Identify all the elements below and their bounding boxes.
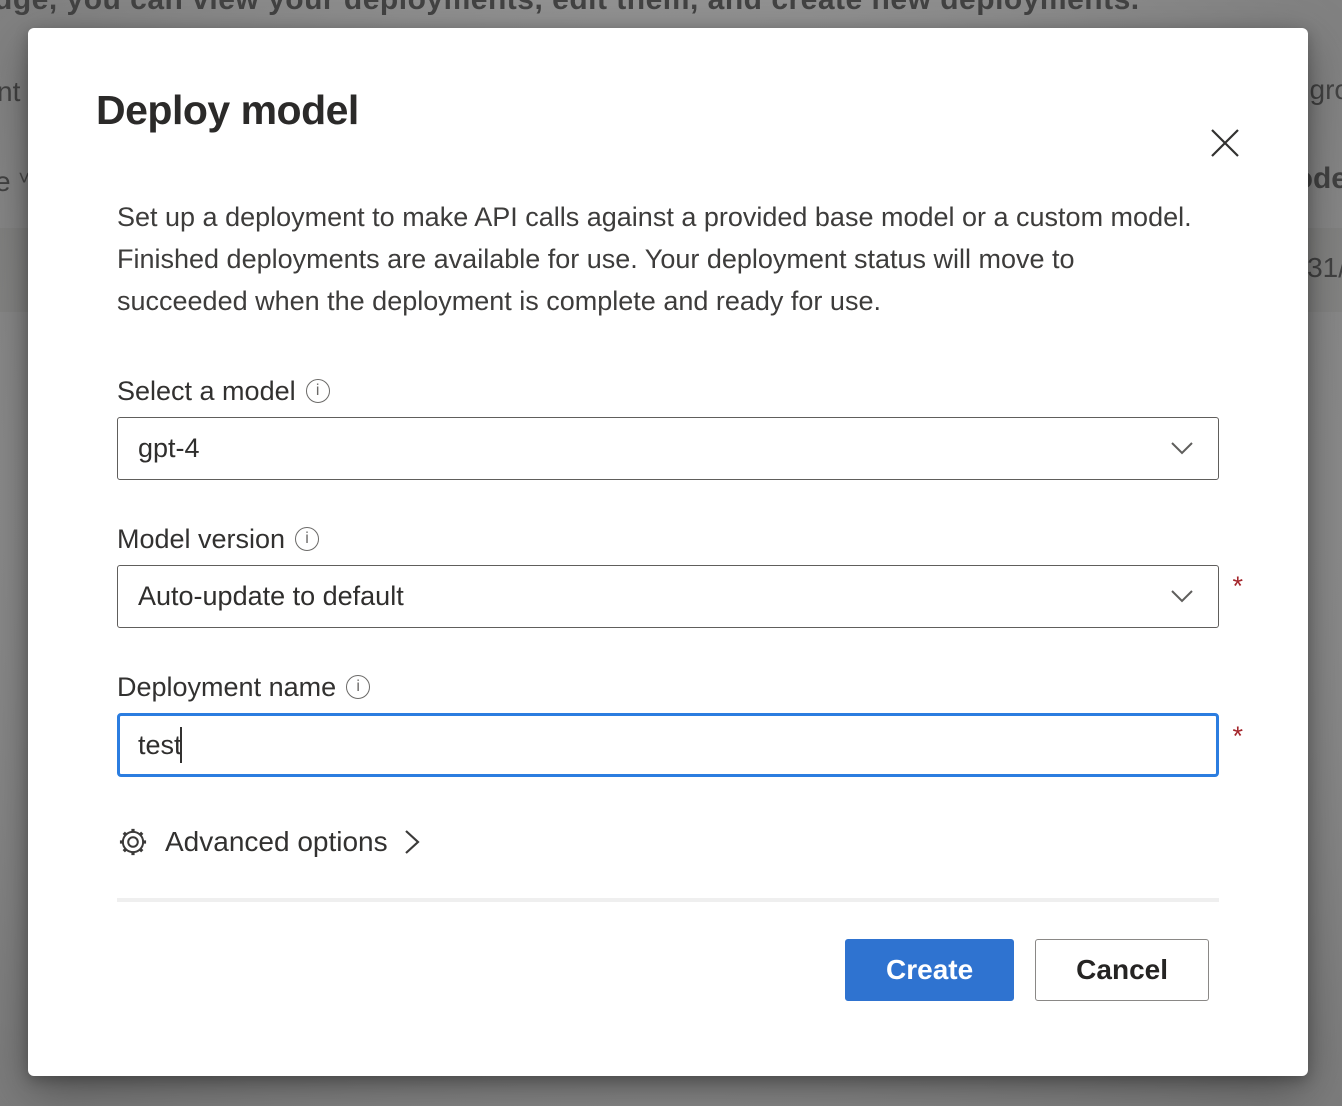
model-version-value: Auto-update to default bbox=[138, 581, 1170, 612]
chevron-down-icon bbox=[1170, 589, 1194, 604]
chevron-right-icon bbox=[404, 828, 421, 856]
close-icon bbox=[1209, 127, 1241, 159]
info-icon[interactable]: i bbox=[295, 527, 319, 551]
create-button[interactable]: Create bbox=[845, 939, 1014, 1001]
model-select-value: gpt-4 bbox=[138, 433, 1170, 464]
advanced-options-label: Advanced options bbox=[165, 826, 388, 858]
required-marker: * bbox=[1232, 573, 1243, 600]
background-text-fragment: e ˅ bbox=[0, 166, 30, 198]
close-button[interactable] bbox=[1204, 122, 1246, 164]
deployment-name-input[interactable] bbox=[117, 713, 1219, 777]
info-icon[interactable]: i bbox=[346, 675, 370, 699]
info-icon[interactable]: i bbox=[306, 379, 330, 403]
background-text-fragment: gro bbox=[1310, 74, 1342, 106]
dialog-description: Set up a deployment to make API calls ag… bbox=[117, 196, 1202, 322]
background-text-fragment: dge, you can view your deployments, edit… bbox=[0, 0, 1140, 17]
model-version-label: Model version i bbox=[117, 523, 1219, 555]
gear-icon bbox=[117, 826, 149, 858]
model-select-label: Select a model i bbox=[117, 375, 1219, 407]
dialog-footer: Create Cancel bbox=[117, 939, 1219, 1001]
chevron-down-icon bbox=[1170, 441, 1194, 456]
divider bbox=[117, 898, 1219, 902]
background-text-fragment: 31/ bbox=[1307, 252, 1342, 284]
dialog-title: Deploy model bbox=[96, 84, 1240, 136]
model-select[interactable]: gpt-4 bbox=[117, 417, 1219, 480]
model-version-select[interactable]: Auto-update to default bbox=[117, 565, 1219, 628]
advanced-options-toggle[interactable]: Advanced options bbox=[117, 826, 421, 858]
text-cursor bbox=[180, 727, 182, 763]
background-text-fragment: nt bbox=[0, 76, 20, 108]
deployment-name-label: Deployment name i bbox=[117, 671, 1219, 703]
required-marker: * bbox=[1232, 723, 1243, 750]
deploy-model-dialog: Deploy model Set up a deployment to make… bbox=[28, 28, 1308, 1076]
cancel-button[interactable]: Cancel bbox=[1035, 939, 1209, 1001]
